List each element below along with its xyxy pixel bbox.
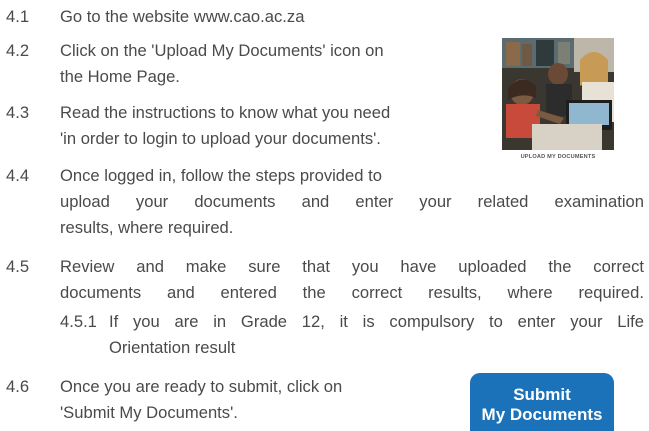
- step-text: Once logged in, follow the steps provide…: [60, 166, 382, 185]
- step-text: the Home Page.: [60, 67, 180, 86]
- submit-my-documents-button[interactable]: Submit My Documents: [470, 373, 614, 431]
- step-text: documents and entered the correct result…: [60, 283, 644, 302]
- step-text: Go to the website www.cao.ac.za: [60, 7, 305, 26]
- submit-button-label-line2: My Documents: [481, 405, 603, 424]
- step-text: Once you are ready to submit, click on: [60, 377, 343, 396]
- step-text: 'in order to login to upload your docume…: [60, 129, 381, 148]
- step-number: 4.6: [6, 377, 30, 396]
- step-text: upload your documents and enter your rel…: [60, 192, 644, 211]
- upload-documents-photo[interactable]: [502, 38, 614, 150]
- step-text: Review and make sure that you have uploa…: [60, 257, 644, 276]
- step-text: Orientation result: [109, 338, 236, 357]
- step-number: 4.2: [6, 41, 30, 60]
- substep-number: 4.5.1: [60, 312, 97, 331]
- step-text: If you are in Grade 12, it is compulsory…: [109, 312, 644, 331]
- step-text: results, where required.: [60, 218, 234, 237]
- students-photo-illustration: [502, 38, 614, 150]
- image-caption: UPLOAD MY DOCUMENTS: [520, 154, 596, 160]
- step-number: 4.5: [6, 257, 30, 276]
- submit-button-label-line1: Submit: [513, 385, 571, 404]
- step-text: Click on the 'Upload My Documents' icon …: [60, 41, 384, 60]
- step-number: 4.4: [6, 166, 30, 185]
- step-number: 4.1: [6, 7, 30, 26]
- step-text: Read the instructions to know what you n…: [60, 103, 391, 122]
- step-number: 4.3: [6, 103, 30, 122]
- step-text: 'Submit My Documents'.: [60, 403, 238, 422]
